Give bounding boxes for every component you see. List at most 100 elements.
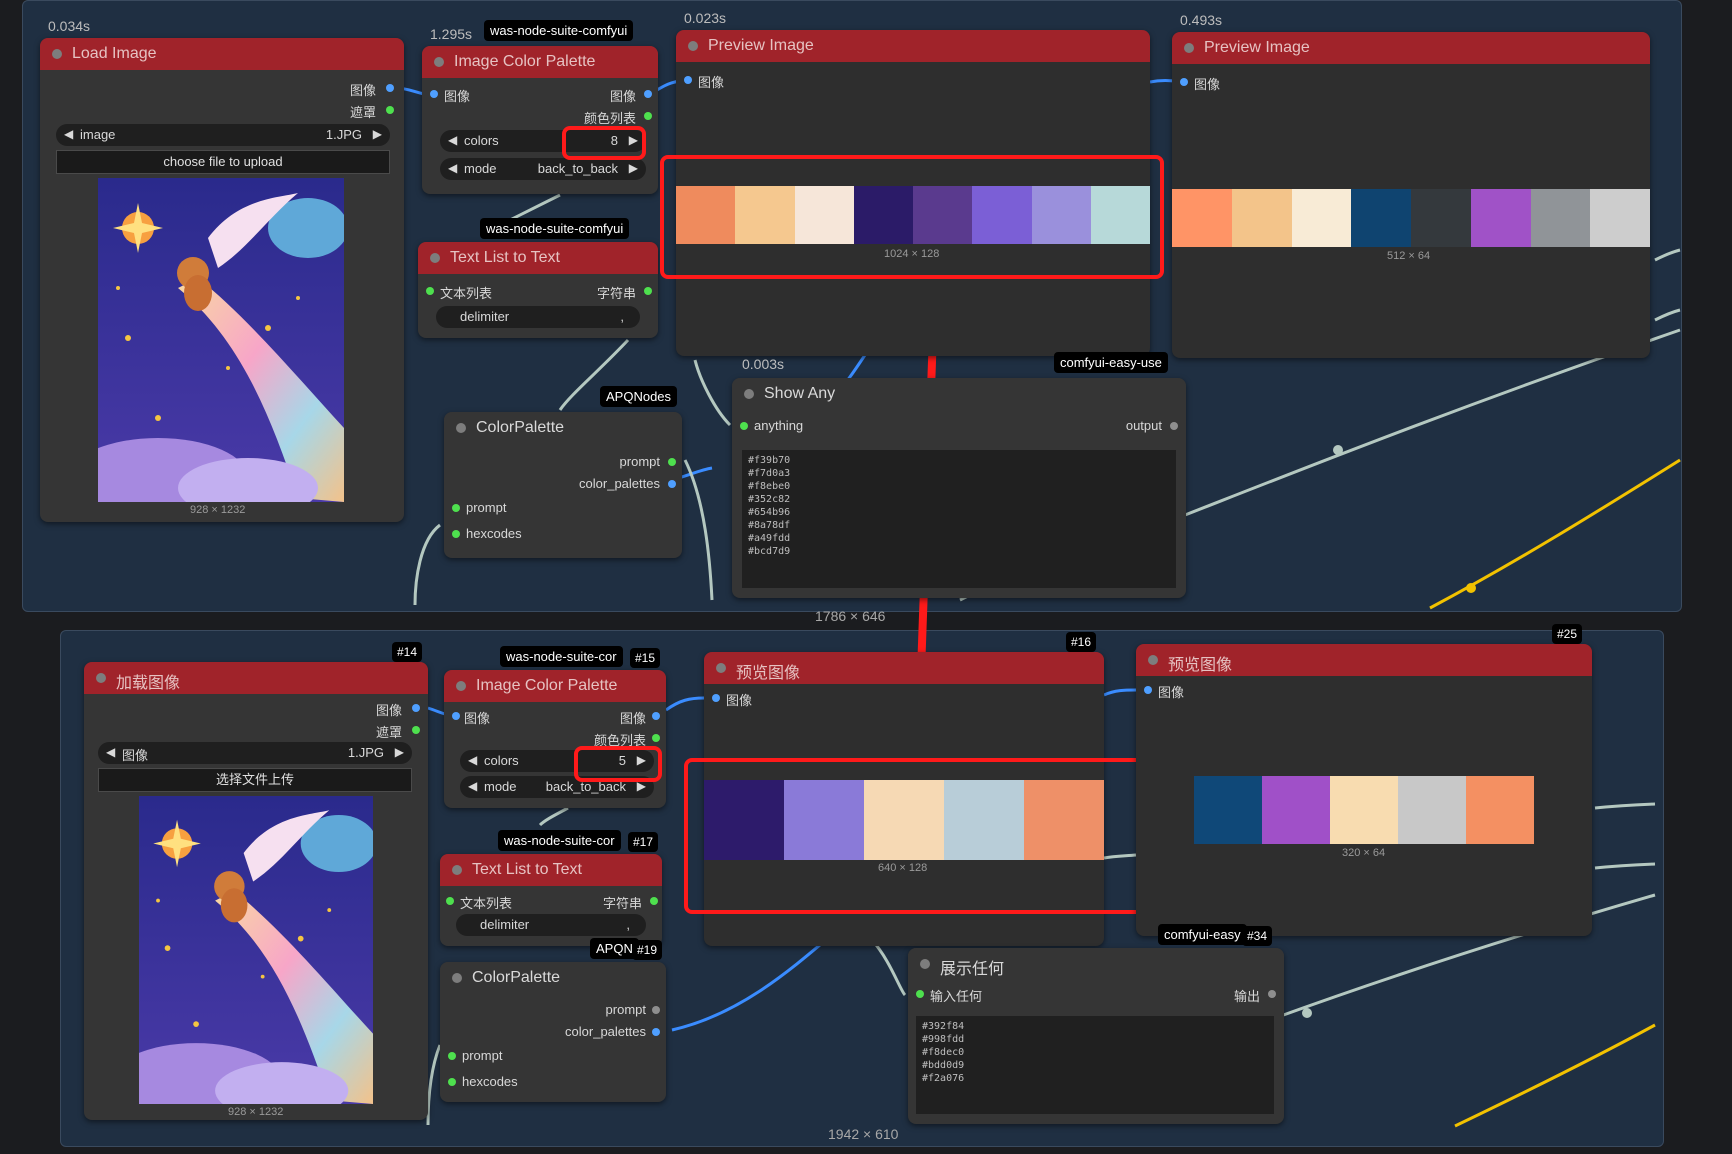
collapse-dot-icon[interactable] xyxy=(716,663,726,673)
hexcode-text-area[interactable]: #f39b70 #f7d0a3 #f8ebe0 #352c82 #654b96 … xyxy=(742,450,1176,588)
colorpalette-node[interactable]: ColorPalette prompt color_palettes promp… xyxy=(440,962,666,1102)
load-image-node[interactable]: 加载图像 图像 遮罩 ◀ 图像 1.JPG ▶ 选择文件上传 928 × 123… xyxy=(84,662,428,1120)
collapse-dot-icon[interactable] xyxy=(430,253,440,263)
input-slot-image: 图像 xyxy=(464,711,491,726)
node-title-bar[interactable]: 展示任何 xyxy=(908,948,1284,980)
input-port-image[interactable] xyxy=(452,712,460,720)
arrow-left-icon[interactable]: ◀ xyxy=(468,753,477,767)
output-port-output[interactable] xyxy=(1268,990,1276,998)
input-port-text-list[interactable] xyxy=(426,287,434,295)
input-port-image[interactable] xyxy=(1144,686,1152,694)
delimiter-text-widget[interactable]: delimiter , xyxy=(436,306,640,328)
input-port-image[interactable] xyxy=(684,76,692,84)
node-title-bar[interactable]: Show Any xyxy=(732,378,1186,410)
input-port-image[interactable] xyxy=(1180,78,1188,86)
load-image-node[interactable]: Load Image 图像 遮罩 ◀ image 1.JPG ▶ choose … xyxy=(40,38,404,522)
preview-image-node[interactable]: 预览图像 图像 320 × 64 xyxy=(1136,644,1592,936)
upload-button[interactable]: 选择文件上传 xyxy=(98,768,412,792)
input-port-image[interactable] xyxy=(712,694,720,702)
collapse-dot-icon[interactable] xyxy=(96,673,106,683)
node-title-bar[interactable]: 预览图像 xyxy=(1136,644,1592,676)
collapse-dot-icon[interactable] xyxy=(52,49,62,59)
output-port-color-list[interactable] xyxy=(652,734,660,742)
node-title: 预览图像 xyxy=(1168,657,1233,674)
node-title-bar[interactable]: Load Image xyxy=(40,38,404,70)
arrow-left-icon[interactable]: ◀ xyxy=(106,745,115,759)
hexcode-text-area[interactable]: #392f84 #998fdd #f8dec0 #bdd0d9 #f2a076 xyxy=(916,1016,1274,1114)
preview-image-node[interactable]: Preview Image 图像 512 × 64 xyxy=(1172,32,1650,358)
output-port-image[interactable] xyxy=(386,84,394,92)
image-color-palette-node[interactable]: Image Color Palette 图像 图像 颜色列表 ◀ colors … xyxy=(422,46,658,194)
node-title-bar[interactable]: 预览图像 xyxy=(704,652,1104,684)
collapse-dot-icon[interactable] xyxy=(434,57,444,67)
node-title-bar[interactable]: ColorPalette xyxy=(444,412,682,444)
colorpalette-node[interactable]: ColorPalette prompt color_palettes promp… xyxy=(444,412,682,558)
node-title-bar[interactable]: 加载图像 xyxy=(84,662,428,694)
node-title-bar[interactable]: Text List to Text xyxy=(418,242,658,274)
output-port-mask[interactable] xyxy=(412,726,420,734)
input-port-anything[interactable] xyxy=(916,990,924,998)
widget-value: back_to_back xyxy=(537,161,618,176)
node-title-bar[interactable]: Image Color Palette xyxy=(422,46,658,78)
node-timing: 0.003s xyxy=(742,356,785,372)
mode-combo-widget[interactable]: ◀ mode back_to_back ▶ xyxy=(440,158,646,180)
output-port-color-palettes[interactable] xyxy=(668,480,676,488)
arrow-left-icon[interactable]: ◀ xyxy=(448,133,457,147)
output-port-mask[interactable] xyxy=(386,106,394,114)
node-title-bar[interactable]: ColorPalette xyxy=(440,962,666,994)
show-any-node[interactable]: 展示任何 输入任何 输出 #392f84 #998fdd #f8dec0 #bd… xyxy=(908,948,1284,1124)
text-list-to-text-node[interactable]: Text List to Text 文本列表 字符串 delimiter , xyxy=(440,854,662,946)
node-pack-badge: was-node-suite-comfyui xyxy=(484,20,634,41)
arrow-right-icon[interactable]: ▶ xyxy=(629,161,638,175)
show-any-node[interactable]: Show Any anything output #f39b70 #f7d0a3… xyxy=(732,378,1186,598)
collapse-dot-icon[interactable] xyxy=(1148,655,1158,665)
collapse-dot-icon[interactable] xyxy=(456,681,466,691)
arrow-left-icon[interactable]: ◀ xyxy=(64,127,73,141)
collapse-dot-icon[interactable] xyxy=(456,423,466,433)
input-port-anything[interactable] xyxy=(740,422,748,430)
input-port-prompt[interactable] xyxy=(448,1052,456,1060)
output-port-image[interactable] xyxy=(644,90,652,98)
collapse-dot-icon[interactable] xyxy=(452,865,462,875)
upload-button[interactable]: choose file to upload xyxy=(56,150,390,174)
collapse-dot-icon[interactable] xyxy=(452,973,462,983)
node-title-bar[interactable]: Image Color Palette xyxy=(444,670,666,702)
collapse-dot-icon[interactable] xyxy=(688,41,698,51)
arrow-left-icon[interactable]: ◀ xyxy=(468,779,477,793)
input-port-image[interactable] xyxy=(430,90,438,98)
output-port-string[interactable] xyxy=(650,897,658,905)
output-port-prompt[interactable] xyxy=(668,458,676,466)
arrow-left-icon[interactable]: ◀ xyxy=(448,161,457,175)
output-port-output[interactable] xyxy=(1170,422,1178,430)
node-pack-badge: was-node-suite-cor xyxy=(498,830,621,851)
input-port-hexcodes[interactable] xyxy=(452,530,460,538)
output-port-image[interactable] xyxy=(412,704,420,712)
illustration-image xyxy=(98,178,344,502)
output-port-image[interactable] xyxy=(652,712,660,720)
output-port-color-palettes[interactable] xyxy=(652,1028,660,1036)
input-port-text-list[interactable] xyxy=(446,897,454,905)
input-port-hexcodes[interactable] xyxy=(448,1078,456,1086)
delimiter-text-widget[interactable]: delimiter , xyxy=(456,914,646,936)
image-combo-widget[interactable]: ◀ 图像 1.JPG ▶ xyxy=(98,742,412,764)
palette-swatch xyxy=(1411,189,1471,247)
output-slot-image: 图像 xyxy=(609,89,636,104)
output-port-color-list[interactable] xyxy=(644,112,652,120)
node-title-bar[interactable]: Text List to Text xyxy=(440,854,662,886)
hexcode-line: #f39b70 xyxy=(748,455,791,466)
output-port-prompt[interactable] xyxy=(652,1006,660,1014)
image-combo-widget[interactable]: ◀ image 1.JPG ▶ xyxy=(56,124,390,146)
output-port-string[interactable] xyxy=(644,287,652,295)
canvas-size-label: 1786 × 646 xyxy=(815,608,886,624)
input-port-prompt[interactable] xyxy=(452,504,460,512)
collapse-dot-icon[interactable] xyxy=(1184,43,1194,53)
text-list-to-text-node[interactable]: Text List to Text 文本列表 字符串 delimiter , xyxy=(418,242,658,338)
node-title-bar[interactable]: Preview Image xyxy=(676,30,1150,62)
node-title-bar[interactable]: Preview Image xyxy=(1172,32,1650,64)
collapse-dot-icon[interactable] xyxy=(744,389,754,399)
node-title: 加载图像 xyxy=(116,675,181,692)
arrow-right-icon[interactable]: ▶ xyxy=(395,745,404,759)
image-color-palette-node[interactable]: Image Color Palette 图像 图像 颜色列表 ◀ colors … xyxy=(444,670,666,808)
collapse-dot-icon[interactable] xyxy=(920,959,930,969)
arrow-right-icon[interactable]: ▶ xyxy=(373,127,382,141)
